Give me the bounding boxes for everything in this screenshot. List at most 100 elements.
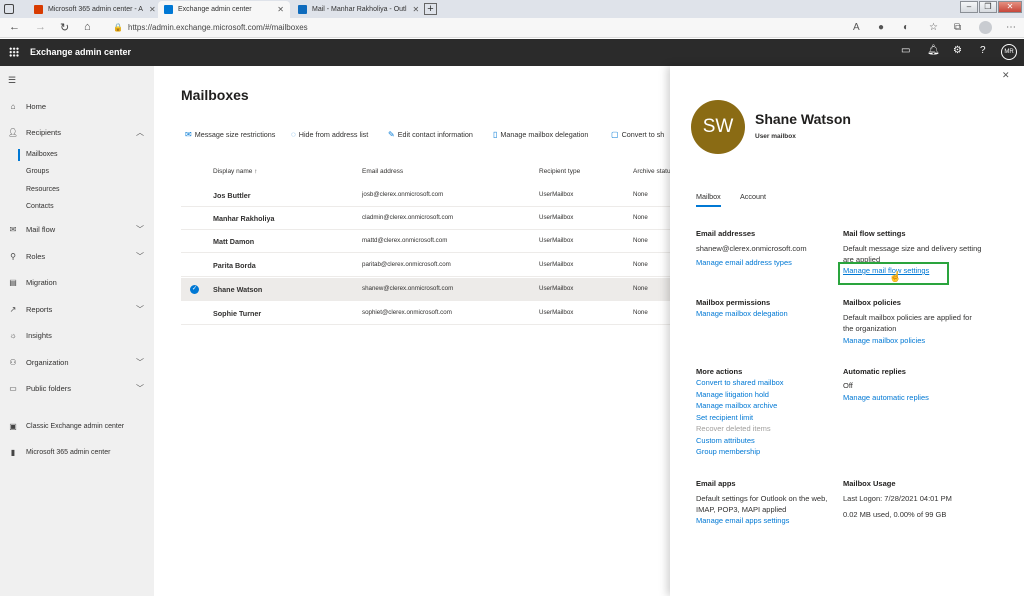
app-launcher-icon[interactable] bbox=[9, 47, 19, 57]
archive-status: None bbox=[633, 285, 648, 292]
url-field[interactable]: https://admin.exchange.microsoft.com/#/m… bbox=[128, 23, 308, 32]
nav-home[interactable]: ⌂ Home bbox=[0, 98, 154, 114]
bell-icon[interactable]: 🔔︎ bbox=[927, 45, 940, 56]
email-addresses-heading: Email addresses bbox=[696, 229, 756, 238]
table-row[interactable]: Jos Buttler josb@clerex.onmicrosoft.com … bbox=[181, 184, 670, 207]
nav-sub-mailboxes[interactable]: Mailboxes bbox=[18, 149, 58, 161]
back-icon[interactable]: ← bbox=[9, 21, 20, 33]
nav-label: Classic Exchange admin center bbox=[26, 422, 125, 430]
automatic-replies-heading: Automatic replies bbox=[843, 367, 906, 376]
home-browser-icon[interactable]: ⌂ bbox=[84, 21, 91, 33]
manage-litigation-hold-link[interactable]: Manage litigation hold bbox=[696, 390, 769, 399]
nav-classic-eac[interactable]: ▣ Classic Exchange admin center bbox=[0, 418, 154, 434]
tab-account[interactable]: Account bbox=[740, 192, 766, 201]
table-row[interactable]: Manhar Rakholiya cladmin@clerex.onmicros… bbox=[181, 207, 670, 230]
convert-to-shared-button[interactable]: ▢ Convert to sh bbox=[611, 130, 670, 139]
manage-mailbox-policies-link[interactable]: Manage mailbox policies bbox=[843, 336, 925, 345]
column-header-archive-status[interactable]: Archive status bbox=[633, 168, 670, 175]
nav-recipients[interactable]: 👤︎ Recipients ︿ bbox=[0, 124, 154, 140]
convert-icon: ▢ bbox=[611, 130, 619, 139]
window-close-icon[interactable]: ✕ bbox=[998, 1, 1022, 13]
manage-automatic-replies-link[interactable]: Manage automatic replies bbox=[843, 393, 929, 402]
user-avatar[interactable]: MR bbox=[1001, 44, 1017, 60]
nav-label: Reports bbox=[26, 304, 53, 314]
nav-migration[interactable]: ▤ Migration bbox=[0, 274, 154, 290]
edit-icon: ✎ bbox=[388, 130, 395, 139]
refresh-icon[interactable]: ↻ bbox=[60, 21, 69, 34]
person-icon: 👤︎ bbox=[7, 127, 19, 137]
close-icon[interactable]: ✕ bbox=[1002, 70, 1010, 81]
close-icon[interactable]: ✕ bbox=[143, 5, 156, 14]
table-row-selected[interactable]: ✓ Shane Watson shanew@clerex.onmicrosoft… bbox=[181, 278, 670, 301]
nav-label: Organization bbox=[26, 357, 69, 367]
close-icon[interactable]: ✕ bbox=[271, 5, 284, 14]
nav-organization[interactable]: ⚇ Organization ﹀ bbox=[0, 354, 154, 370]
profile-avatar[interactable] bbox=[979, 21, 992, 34]
manage-email-address-types-link[interactable]: Manage email address types bbox=[696, 258, 792, 267]
column-header-email[interactable]: Email address bbox=[362, 168, 403, 175]
manage-mailbox-delegation-link[interactable]: Manage mailbox delegation bbox=[696, 309, 788, 318]
extension-icon[interactable]: ● bbox=[878, 22, 884, 33]
table-row[interactable]: Matt Damon mattd@clerex.onmicrosoft.com … bbox=[181, 230, 670, 253]
recipient-type: UserMailbox bbox=[539, 237, 574, 244]
table-row[interactable]: Parita Borda paritab@clerex.onmicrosoft.… bbox=[181, 254, 670, 277]
exchange-icon bbox=[164, 5, 173, 14]
nav-sub-groups[interactable]: Groups bbox=[26, 166, 49, 178]
command-label: Message size restrictions bbox=[194, 130, 276, 139]
convert-to-shared-mailbox-link[interactable]: Convert to shared mailbox bbox=[696, 378, 784, 387]
mailboxes-page: Mailboxes ✉ Message size restrictions ◌ … bbox=[154, 66, 670, 596]
feedback-icon[interactable]: ▭ bbox=[901, 45, 910, 56]
display-name: Manhar Rakholiya bbox=[213, 214, 275, 223]
more-icon[interactable]: ⋯ bbox=[1006, 22, 1016, 33]
edit-contact-information-button[interactable]: ✎ Edit contact information bbox=[388, 130, 473, 139]
message-size-restrictions-button[interactable]: ✉ Message size restrictions bbox=[185, 130, 275, 139]
nav-label: Mail flow bbox=[26, 224, 56, 234]
email-apps-heading: Email apps bbox=[696, 479, 736, 488]
hide-from-address-list-button[interactable]: ◌ Hide from address list bbox=[291, 130, 368, 139]
app-title[interactable]: Exchange admin center bbox=[30, 47, 131, 57]
column-header-display-name[interactable]: Display name ↑ bbox=[213, 168, 257, 175]
nav-mail-flow[interactable]: ✉ Mail flow ﹀ bbox=[0, 221, 154, 237]
browser-tab-eac[interactable]: Exchange admin center ✕ bbox=[158, 1, 290, 18]
roles-icon: ⚲ bbox=[10, 251, 16, 261]
page-title: Mailboxes bbox=[181, 87, 249, 103]
nav-roles[interactable]: ⚲ Roles ﹀ bbox=[0, 248, 154, 264]
tab-actions-icon[interactable] bbox=[4, 4, 14, 14]
user-name: Shane Watson bbox=[755, 111, 851, 127]
nav-public-folders[interactable]: ▭ Public folders ﹀ bbox=[0, 380, 154, 396]
checkmark-icon[interactable]: ✓ bbox=[190, 285, 199, 294]
avatar: SW bbox=[691, 100, 745, 154]
forward-icon[interactable]: → bbox=[35, 21, 46, 33]
group-membership-link[interactable]: Group membership bbox=[696, 447, 760, 456]
extension-2-icon[interactable]: ◐ bbox=[903, 22, 909, 33]
gear-icon[interactable]: ⚙ bbox=[953, 45, 962, 56]
read-aloud-icon[interactable]: A bbox=[853, 22, 860, 33]
nav-reports[interactable]: ↗ Reports ﹀ bbox=[0, 301, 154, 317]
manage-mailbox-archive-link[interactable]: Manage mailbox archive bbox=[696, 401, 777, 410]
manage-mailbox-delegation-button[interactable]: ▯ Manage mailbox delegation bbox=[493, 130, 588, 139]
restore-icon[interactable]: ❐ bbox=[979, 1, 997, 13]
email-address: cladmin@clerex.onmicrosoft.com bbox=[362, 214, 454, 221]
nav-sub-resources[interactable]: Resources bbox=[26, 184, 59, 196]
minimize-icon[interactable]: – bbox=[960, 1, 978, 13]
lock-icon[interactable]: 🔒 bbox=[113, 23, 123, 32]
browser-tab-mail[interactable]: Mail - Manhar Rakholiya - Outl ✕ bbox=[292, 1, 422, 18]
table-row[interactable]: Sophie Turner sophiet@clerex.onmicrosoft… bbox=[181, 302, 670, 325]
nav-sub-contacts[interactable]: Contacts bbox=[26, 201, 54, 213]
custom-attributes-link[interactable]: Custom attributes bbox=[696, 436, 755, 445]
help-icon[interactable]: ? bbox=[980, 45, 986, 56]
tab-mailbox[interactable]: Mailbox bbox=[696, 192, 721, 207]
collections-icon[interactable]: ⧉ bbox=[954, 22, 961, 33]
manage-email-apps-settings-link[interactable]: Manage email apps settings bbox=[696, 516, 789, 525]
close-icon[interactable]: ✕ bbox=[407, 5, 420, 14]
nav-label: Recipients bbox=[26, 127, 62, 137]
column-header-recipient-type[interactable]: Recipient type bbox=[539, 168, 580, 175]
hamburger-icon[interactable]: ☰ bbox=[8, 75, 16, 86]
favorites-icon[interactable]: ☆ bbox=[929, 22, 938, 33]
set-recipient-limit-link[interactable]: Set recipient limit bbox=[696, 413, 753, 422]
nav-insights[interactable]: ☼ Insights bbox=[0, 327, 154, 343]
recipient-type: UserMailbox bbox=[539, 214, 574, 221]
new-tab-button[interactable]: + bbox=[424, 3, 437, 15]
browser-tab-m365[interactable]: Microsoft 365 admin center - A ✕ bbox=[28, 1, 156, 18]
nav-m365-admin[interactable]: ▮ Microsoft 365 admin center bbox=[0, 444, 154, 460]
